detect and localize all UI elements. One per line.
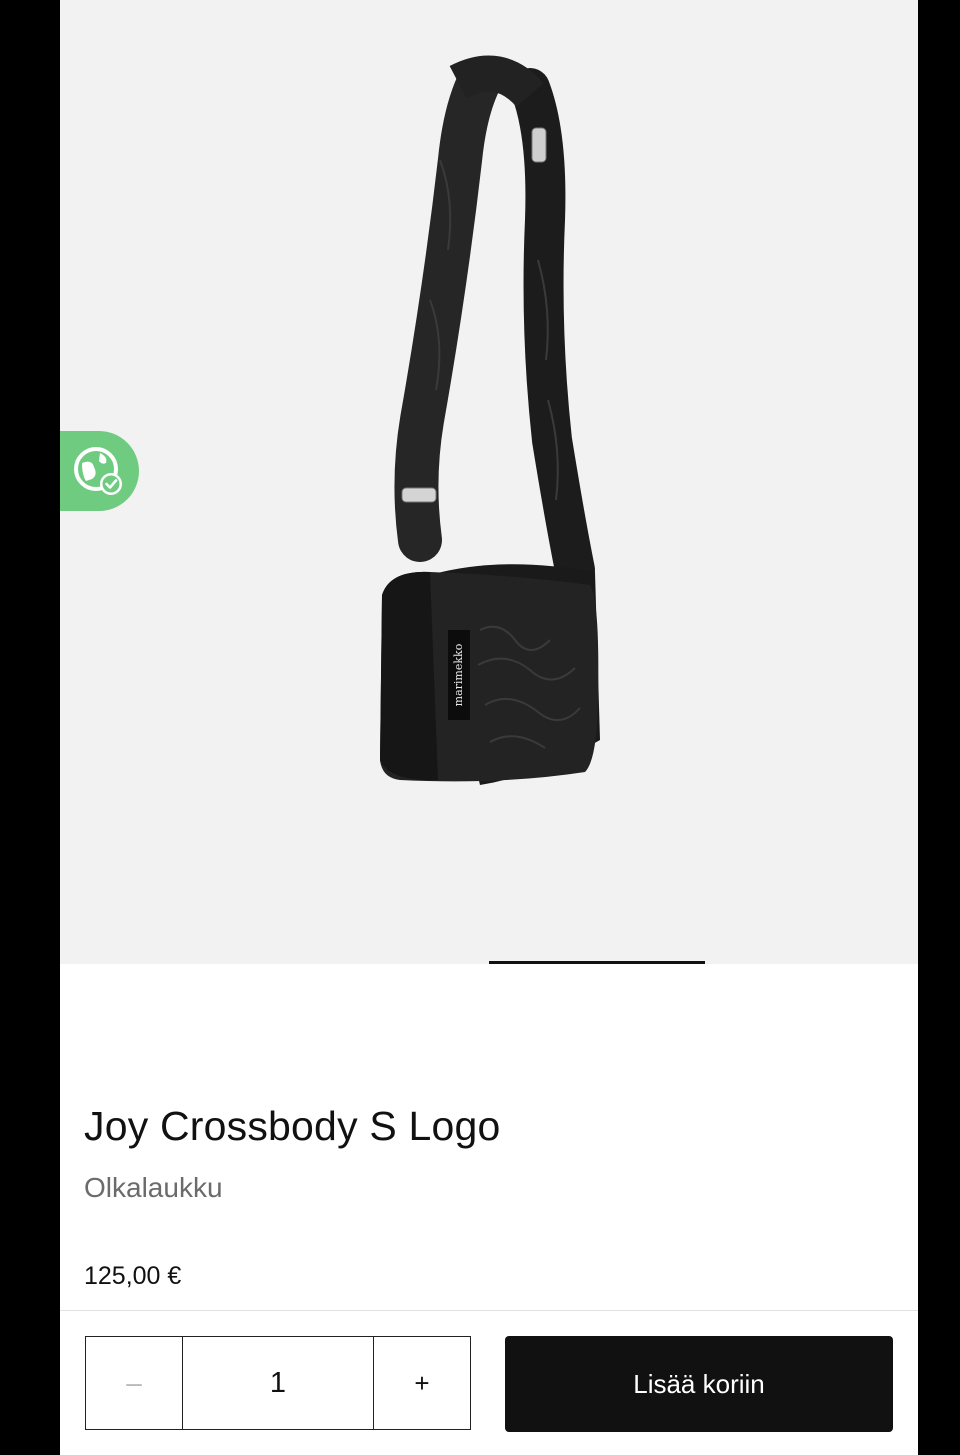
globe-check-icon xyxy=(74,447,122,495)
product-title: Joy Crossbody S Logo xyxy=(84,1103,501,1149)
decrement-button[interactable]: – xyxy=(86,1337,183,1429)
product-page: marimekko Joy Crossbody S Logo Olkalaukk… xyxy=(60,0,918,1455)
sustainability-badge[interactable] xyxy=(60,431,139,511)
quantity-value[interactable]: 1 xyxy=(183,1337,373,1429)
divider xyxy=(60,1310,918,1311)
product-price: 125,00 € xyxy=(84,1262,182,1290)
product-image: marimekko xyxy=(380,55,600,785)
increment-button[interactable]: + xyxy=(373,1337,470,1429)
quantity-stepper: – 1 + xyxy=(85,1336,471,1430)
product-category: Olkalaukku xyxy=(84,1172,223,1203)
brand-label-text: marimekko xyxy=(452,643,465,706)
product-image-gallery[interactable]: marimekko xyxy=(60,0,918,964)
add-to-cart-button[interactable]: Lisää koriin xyxy=(505,1336,893,1432)
carousel-indicator[interactable] xyxy=(489,961,705,964)
